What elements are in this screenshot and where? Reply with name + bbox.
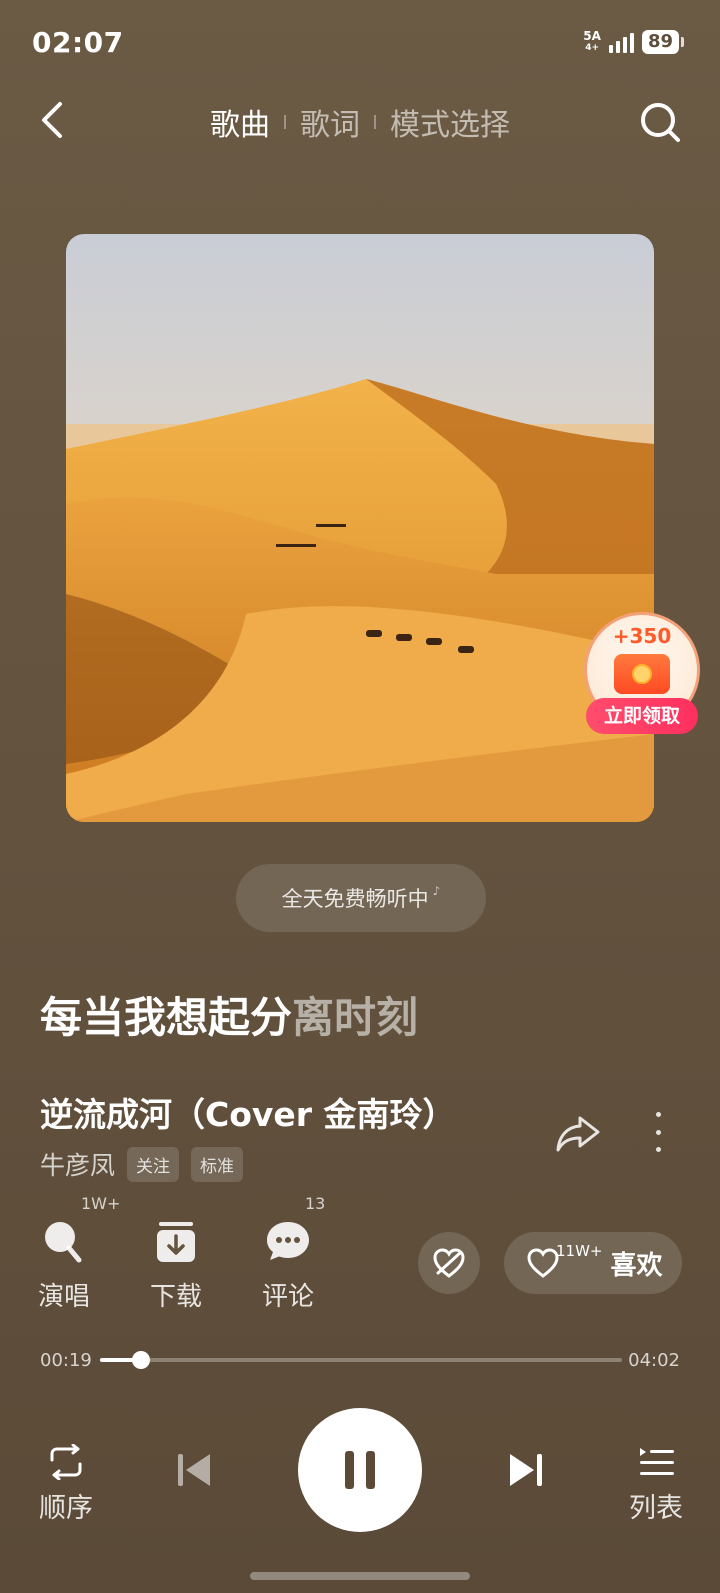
comment-icon: 13 (265, 1194, 325, 1264)
tab-song[interactable]: 歌曲 (196, 100, 284, 144)
like-label: 喜欢 (610, 1250, 663, 1281)
network-sub: 4+ (585, 43, 600, 53)
playlist-icon (640, 1448, 674, 1475)
song-title: 逆流成河（Cover 金南玲） (40, 1095, 456, 1134)
microphone-icon: 1W+ (41, 1194, 120, 1264)
music-note-icon: ♪ (432, 884, 441, 898)
free-listen-text: 全天免费畅听中 (281, 887, 429, 911)
quality-tag[interactable]: 标准 (191, 1146, 244, 1182)
download-button[interactable]: 下载 (136, 1218, 216, 1313)
network-indicator: 5A 4+ (583, 30, 601, 54)
follow-button[interactable]: 关注 (127, 1146, 180, 1182)
status-icons: 5A 4+ 89 (583, 30, 684, 54)
network-type: 5A (583, 29, 601, 43)
more-options-button[interactable] (652, 1112, 664, 1152)
comment-button[interactable]: 13 评论 (248, 1194, 328, 1313)
tab-mode-select[interactable]: 模式选择 (376, 100, 524, 144)
skip-next-icon (510, 1454, 542, 1486)
battery-level: 89 (641, 30, 679, 54)
artist-name[interactable]: 牛彦凤 (40, 1146, 115, 1182)
dislike-button[interactable] (418, 1232, 480, 1294)
current-lyric[interactable]: 每当我想起分离时刻 (40, 984, 418, 1045)
search-icon (641, 103, 680, 142)
reward-claim-button[interactable]: 立即领取 (586, 698, 698, 734)
album-cover[interactable] (66, 234, 654, 822)
header-tabs: 歌曲 歌词 模式选择 (0, 100, 720, 144)
next-button[interactable] (504, 1448, 548, 1492)
sing-button[interactable]: 1W+ 演唱 (24, 1194, 120, 1313)
lyric-unsung: 离时刻 (292, 993, 419, 1042)
free-listen-pill[interactable]: 全天免费畅听中 ♪ (236, 864, 486, 932)
dot (655, 1129, 661, 1135)
reward-badge[interactable]: +350 立即领取 (584, 612, 700, 740)
progress-thumb[interactable] (132, 1351, 151, 1369)
dot (655, 1112, 661, 1117)
play-mode-button[interactable]: 顺序 (34, 1444, 98, 1525)
reward-amount: +350 (612, 624, 672, 648)
share-button[interactable] (554, 1112, 602, 1156)
pause-button[interactable] (298, 1408, 422, 1532)
comment-count: 13 (305, 1194, 326, 1213)
lyric-sung: 每当我想起分 (40, 993, 293, 1042)
like-count: 11W+ (556, 1242, 603, 1260)
repeat-icon (50, 1444, 82, 1480)
playlist-label: 列表 (629, 1493, 683, 1524)
tab-lyrics[interactable]: 歌词 (286, 100, 374, 144)
current-time: 00:19 (40, 1350, 92, 1371)
dot (655, 1147, 661, 1152)
sing-count: 1W+ (81, 1194, 121, 1213)
broken-heart-icon (433, 1248, 465, 1278)
sing-label: 演唱 (37, 1282, 90, 1312)
desert-dunes-artwork (66, 234, 654, 822)
skip-previous-icon (178, 1454, 210, 1486)
progress-bar[interactable] (100, 1351, 622, 1369)
heart-icon (527, 1248, 559, 1278)
playlist-button[interactable]: 列表 (624, 1444, 688, 1525)
pause-bar (345, 1451, 354, 1489)
download-label: 下载 (149, 1282, 202, 1312)
previous-button[interactable] (172, 1448, 216, 1492)
comment-label: 评论 (261, 1282, 314, 1312)
pause-bar (366, 1451, 375, 1489)
play-mode-label: 顺序 (39, 1493, 93, 1524)
like-button[interactable]: 11W+ 喜欢 (504, 1232, 682, 1294)
download-icon (153, 1218, 199, 1264)
total-time: 04:02 (628, 1350, 680, 1371)
search-button[interactable] (638, 100, 682, 144)
battery-icon: 89 (641, 30, 684, 54)
status-time: 02:07 (32, 26, 124, 59)
gift-icon (614, 654, 670, 694)
signal-icon (608, 31, 634, 53)
artist-row: 牛彦凤 关注 标准 (40, 1146, 244, 1182)
share-icon (556, 1116, 600, 1152)
home-indicator[interactable] (250, 1572, 470, 1580)
